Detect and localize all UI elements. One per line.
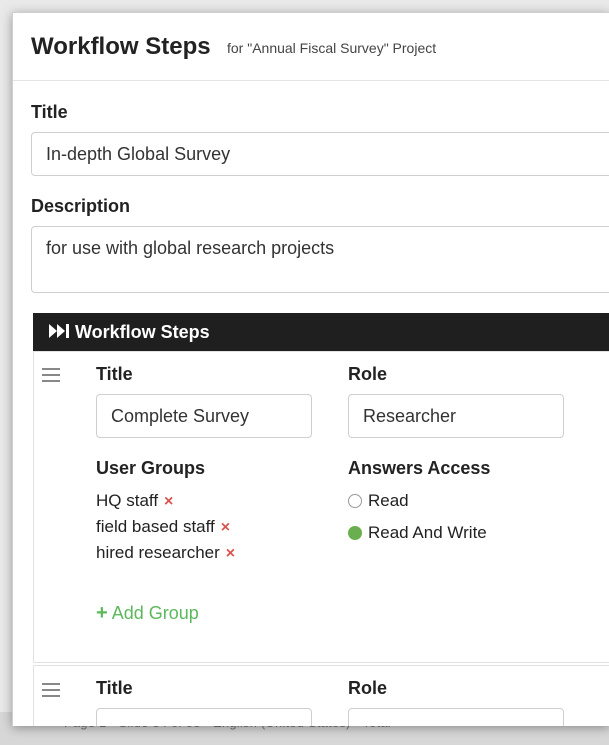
step-role-label: Role (348, 364, 388, 384)
description-label: Description (31, 196, 131, 216)
workflow-title-input[interactable] (31, 132, 609, 176)
access-option-read[interactable]: Read (348, 491, 409, 511)
user-group-item: field based staff × (96, 517, 230, 537)
remove-group-icon[interactable]: × (221, 519, 230, 536)
page-title: Workflow Steps (31, 33, 211, 60)
fast-forward-icon (49, 324, 69, 338)
user-group-name: HQ staff (96, 491, 159, 510)
user-group-item: hired researcher × (96, 543, 235, 563)
access-option-read-and-write[interactable]: Read And Write (348, 523, 487, 543)
add-group-button[interactable]: + Add Group (96, 602, 199, 625)
radio-selected-icon[interactable] (348, 526, 362, 540)
plus-icon: + (96, 602, 108, 624)
step-title-label: Title (96, 364, 133, 384)
add-group-label: Add Group (111, 603, 199, 623)
user-group-name: field based staff (96, 517, 215, 536)
user-group-item: HQ staff × (96, 491, 173, 511)
step-title-input[interactable] (96, 708, 312, 726)
step-role-label: Role (348, 678, 388, 698)
drag-handle-icon[interactable] (42, 368, 60, 382)
workflow-step-card: Title Role User Groups HQ staff × field b… (33, 351, 609, 663)
drag-handle-icon[interactable] (42, 683, 60, 697)
remove-group-icon[interactable]: × (226, 545, 235, 562)
step-title-label: Title (96, 678, 133, 698)
answers-access-label: Answers Access (348, 458, 491, 478)
workflow-description-textarea[interactable]: for use with global research projects (31, 226, 609, 293)
user-group-name: hired researcher (96, 543, 220, 562)
workflow-steps-section-title: Workflow Steps (75, 322, 210, 342)
workflow-steps-panel: Workflow Steps for "Annual Fiscal Survey… (12, 12, 609, 726)
radio-unselected-icon[interactable] (348, 494, 362, 508)
step-role-input[interactable] (348, 708, 564, 726)
step-title-input[interactable] (96, 394, 312, 438)
user-groups-label: User Groups (96, 458, 206, 478)
workflow-step-card: Title Role (33, 665, 609, 726)
access-option-label: Read (368, 491, 409, 510)
access-option-label: Read And Write (368, 523, 487, 542)
page-subtitle: for "Annual Fiscal Survey" Project (227, 40, 437, 56)
step-role-input[interactable] (348, 394, 564, 438)
remove-group-icon[interactable]: × (164, 493, 173, 510)
title-label: Title (31, 102, 68, 122)
workflow-steps-section-header: Workflow Steps (33, 313, 609, 351)
panel-header: Workflow Steps for "Annual Fiscal Survey… (13, 13, 609, 81)
